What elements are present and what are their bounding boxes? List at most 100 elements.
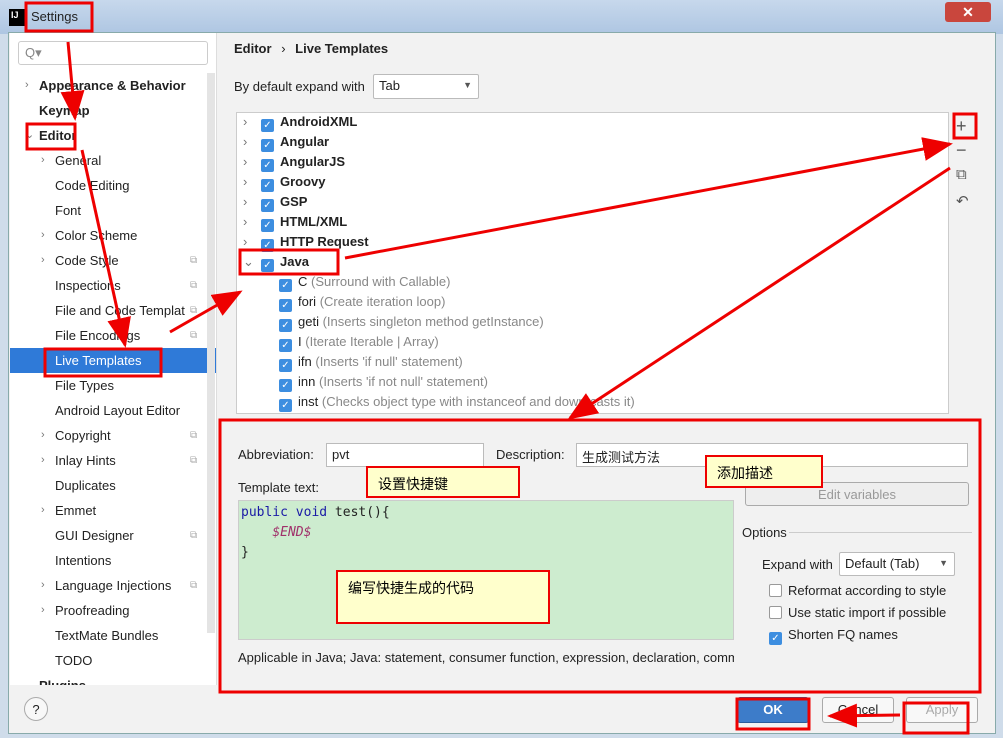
checkbox-checked[interactable]: ✓ [279,359,292,372]
chevron-right-icon[interactable]: › [41,598,45,623]
sidebar-item[interactable]: › Color Scheme [10,223,216,248]
checkbox-checked[interactable]: ✓ [279,319,292,332]
breadcrumb-parent[interactable]: Editor [234,41,272,56]
shorten-fq-option[interactable]: ✓ Shorten FQ names [769,627,898,645]
chevron-right-icon[interactable]: › [41,148,45,173]
chevron-right-icon[interactable]: › [243,172,261,192]
template-group[interactable]: ⌄ ✓ Java [243,252,309,272]
template-item[interactable]: ✓ ifn (Inserts 'if null' statement) [279,352,463,372]
chevron-right-icon[interactable]: › [41,448,45,473]
checkbox-checked[interactable]: ✓ [261,119,274,132]
sidebar-item[interactable]: ⌄ Editor [10,123,216,148]
sidebar-item[interactable]: Android Layout Editor [10,398,216,423]
sidebar-item[interactable]: › Code Style ⧉ [10,248,216,273]
sidebar-item[interactable]: Plugins [10,673,216,685]
sidebar-item[interactable]: › General [10,148,216,173]
reformat-option[interactable]: Reformat according to style [769,583,946,598]
checkbox-unchecked[interactable] [769,584,782,597]
checkbox-checked[interactable]: ✓ [261,219,274,232]
sidebar-item[interactable]: › Appearance & Behavior [10,73,216,98]
chevron-right-icon[interactable]: › [25,73,29,98]
template-group[interactable]: › ✓ Groovy [243,172,326,192]
copy-icon[interactable]: ⧉ [956,166,967,183]
checkbox-checked[interactable]: ✓ [279,379,292,392]
checkbox-checked[interactable]: ✓ [279,339,292,352]
template-item[interactable]: ✓ C (Surround with Callable) [279,272,450,292]
checkbox-checked[interactable]: ✓ [279,399,292,412]
sidebar-item[interactable]: Intentions [10,548,216,573]
intellij-logo-icon: IJ [9,9,26,26]
cancel-button[interactable]: Cancel [822,697,894,723]
sidebar-item[interactable]: File and Code Templat ⧉ [10,298,216,323]
remove-icon[interactable]: − [956,140,967,161]
static-import-option[interactable]: Use static import if possible [769,605,946,620]
sidebar-item[interactable]: Code Editing [10,173,216,198]
template-group[interactable]: › ✓ GSP [243,192,307,212]
ok-button[interactable]: OK [737,697,809,723]
sidebar-item[interactable]: GUI Designer ⧉ [10,523,216,548]
sidebar-item[interactable]: Inspections ⧉ [10,273,216,298]
expand-with-select[interactable]: Default (Tab) [839,552,955,576]
template-item[interactable]: ✓ inst (Checks object type with instanceo… [279,392,635,412]
sidebar-item[interactable]: Keymap [10,98,216,123]
help-button[interactable]: ? [24,697,48,721]
template-group[interactable]: › ✓ HTML/XML [243,212,347,232]
checkbox-checked[interactable]: ✓ [261,179,274,192]
sidebar-item[interactable]: › Copyright ⧉ [10,423,216,448]
chevron-right-icon[interactable]: › [243,113,261,132]
content-panel: Editor › Live Templates By default expan… [217,33,995,685]
template-group[interactable]: › ✓ Angular [243,132,329,152]
chevron-right-icon[interactable]: › [41,573,45,598]
chevron-right-icon[interactable]: › [243,152,261,172]
abbreviation-input[interactable]: pvt [326,443,484,467]
checkbox-checked[interactable]: ✓ [261,239,274,252]
checkbox-checked[interactable]: ✓ [261,159,274,172]
sidebar-item[interactable]: File Types [10,373,216,398]
template-item[interactable]: ✓ I (Iterate Iterable | Array) [279,332,439,352]
checkbox-checked[interactable]: ✓ [261,139,274,152]
group-label: AndroidXML [280,114,358,129]
checkbox-checked[interactable]: ✓ [769,632,782,645]
sidebar-item[interactable]: › Language Injections ⧉ [10,573,216,598]
revert-icon[interactable]: ↶ [956,192,969,210]
apply-button[interactable]: Apply [906,697,978,723]
checkbox-checked[interactable]: ✓ [261,199,274,212]
sidebar-item[interactable]: Live Templates [10,348,216,373]
chevron-right-icon[interactable]: › [243,212,261,232]
chevron-right-icon[interactable]: › [243,232,261,252]
applicable-contexts[interactable]: Applicable in Java; Java: statement, con… [238,650,734,665]
chevron-right-icon[interactable]: › [41,223,45,248]
code-close: } [241,545,249,560]
search-input[interactable]: Q▾ [18,41,208,65]
template-item[interactable]: ✓ fori (Create iteration loop) [279,292,445,312]
checkbox-checked[interactable]: ✓ [261,259,274,272]
sidebar-item[interactable]: › Proofreading [10,598,216,623]
chevron-right-icon[interactable]: › [243,132,261,152]
chevron-right-icon[interactable]: › [41,248,45,273]
checkbox-unchecked[interactable] [769,606,782,619]
annotation-code: 编写快捷生成的代码 [336,570,550,624]
sidebar-item[interactable]: TextMate Bundles [10,623,216,648]
sidebar-item[interactable]: Duplicates [10,473,216,498]
template-group[interactable]: › ✓ AndroidXML [243,113,358,132]
close-button[interactable]: ✕ [945,2,991,22]
add-icon[interactable]: + [956,116,967,137]
sidebar-item[interactable]: TODO [10,648,216,673]
checkbox-checked[interactable]: ✓ [279,299,292,312]
chevron-down-icon[interactable]: ⌄ [25,123,34,148]
sidebar-item[interactable]: › Emmet [10,498,216,523]
template-item[interactable]: ✓ inn (Inserts 'if not null' statement) [279,372,488,392]
sidebar-item[interactable]: File Encodings ⧉ [10,323,216,348]
expand-select[interactable]: Tab [373,74,479,99]
template-group[interactable]: › ✓ AngularJS [243,152,345,172]
chevron-down-icon[interactable]: ⌄ [243,252,261,272]
chevron-right-icon[interactable]: › [243,192,261,212]
chevron-right-icon[interactable]: › [41,498,45,523]
template-item[interactable]: ✓ geti (Inserts singleton method getInsta… [279,312,544,332]
sidebar-item[interactable]: › Inlay Hints ⧉ [10,448,216,473]
template-group[interactable]: › ✓ HTTP Request [243,232,369,252]
sidebar-item[interactable]: Font [10,198,216,223]
checkbox-checked[interactable]: ✓ [279,279,292,292]
chevron-right-icon[interactable]: › [41,423,45,448]
sidebar-scrollbar[interactable] [207,73,215,633]
